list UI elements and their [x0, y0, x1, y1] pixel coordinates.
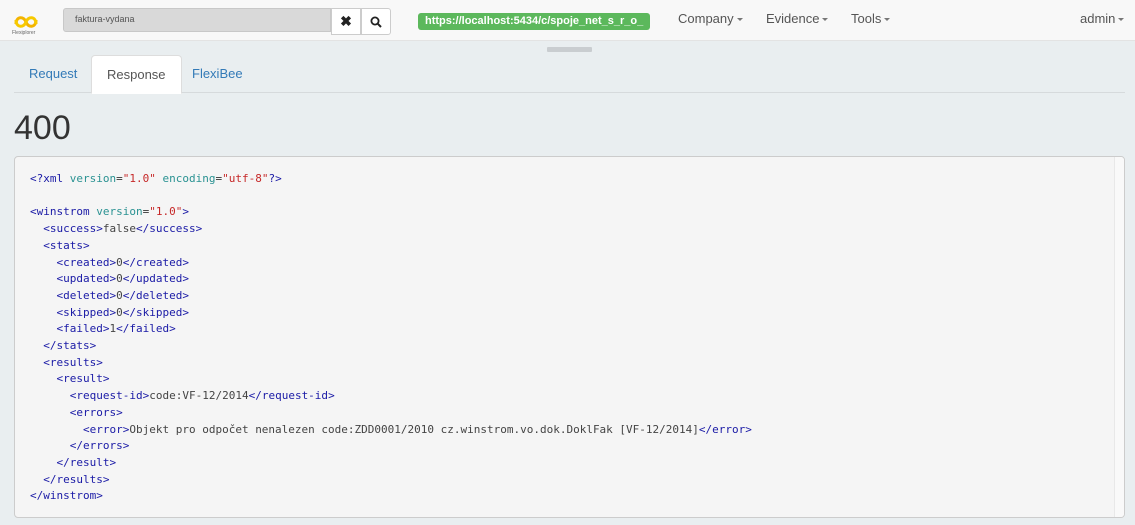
menu-evidence-label: Evidence — [766, 11, 820, 26]
tab-flexibee[interactable]: FlexiBee — [177, 55, 258, 93]
panel-resize-handle[interactable] — [547, 47, 592, 52]
response-body-panel[interactable]: <?xml version="1.0" encoding="utf-8"?> <… — [14, 156, 1125, 518]
search-icon — [370, 16, 382, 28]
menu-company[interactable]: Company — [678, 11, 743, 26]
chevron-down-icon — [822, 18, 829, 22]
menu-tools[interactable]: Tools — [851, 11, 891, 26]
tab-response[interactable]: Response — [91, 55, 182, 94]
response-tabs: Request Response FlexiBee — [14, 55, 1125, 94]
http-status-code: 400 — [14, 109, 71, 147]
chevron-down-icon — [884, 18, 891, 22]
logo-text: Flexiplorer — [12, 30, 36, 36]
clear-button[interactable]: ✖ — [331, 8, 361, 35]
search-input[interactable]: faktura-vydana — [63, 8, 331, 32]
top-navbar: Flexiplorer faktura-vydana ✖ https://loc… — [0, 0, 1135, 41]
chevron-down-icon — [736, 18, 743, 22]
user-name: admin — [1080, 11, 1116, 26]
tab-request[interactable]: Request — [14, 55, 92, 93]
user-menu[interactable]: admin — [1080, 11, 1125, 26]
xml-code-block: <?xml version="1.0" encoding="utf-8"?> <… — [30, 172, 752, 503]
code-scrollbar[interactable] — [1114, 157, 1124, 517]
close-icon: ✖ — [340, 13, 352, 29]
connection-url-badge[interactable]: https://localhost:5434/c/spoje_net_s_r_o… — [418, 13, 651, 30]
menu-company-label: Company — [678, 11, 734, 26]
search-button[interactable] — [361, 8, 391, 35]
menu-tools-label: Tools — [851, 11, 882, 26]
chevron-down-icon — [1118, 18, 1125, 22]
menu-evidence[interactable]: Evidence — [766, 11, 829, 26]
